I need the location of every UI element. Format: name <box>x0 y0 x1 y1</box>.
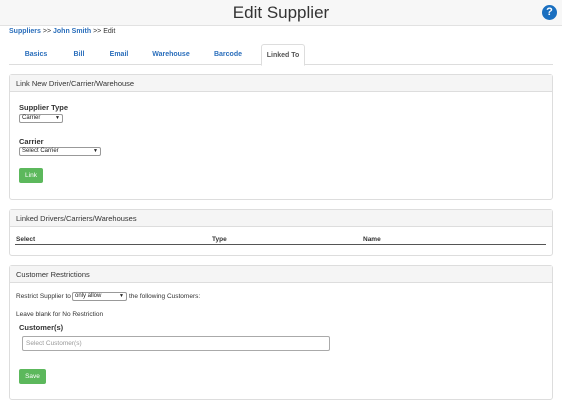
carrier-value: Select Carrier <box>22 148 59 154</box>
tab-barcode[interactable]: Barcode <box>205 44 251 65</box>
chevron-down-icon: ▼ <box>55 115 60 121</box>
breadcrumb-current: >> Edit <box>93 28 116 35</box>
restrictions-panel-heading: Customer Restrictions <box>10 266 552 283</box>
tab-bar: Basics Bill Email Warehouse Barcode Link… <box>9 44 553 66</box>
carrier-label: Carrier <box>19 137 44 146</box>
breadcrumb-separator: >> <box>42 28 52 35</box>
linked-panel: Linked Drivers/Carriers/Warehouses Selec… <box>9 209 553 256</box>
tab-email[interactable]: Email <box>101 44 137 65</box>
tab-linked-to[interactable]: Linked To <box>261 44 305 66</box>
help-icon[interactable]: ? <box>542 5 557 20</box>
linked-panel-heading: Linked Drivers/Carriers/Warehouses <box>10 210 552 227</box>
link-button[interactable]: Link <box>19 168 43 183</box>
breadcrumb-supplier-link[interactable]: John Smith <box>53 28 91 35</box>
restriction-mode-select[interactable]: only allow ▼ <box>72 292 127 301</box>
save-button[interactable]: Save <box>19 369 46 384</box>
chevron-down-icon: ▼ <box>119 293 124 299</box>
customers-label: Customer(s) <box>19 323 64 332</box>
customers-input[interactable]: Select Customer(s) <box>22 336 330 351</box>
column-header-type: Type <box>212 236 227 243</box>
breadcrumb-suppliers-link[interactable]: Suppliers <box>9 28 41 35</box>
column-header-name: Name <box>363 236 381 243</box>
customer-restrictions-panel: Customer Restrictions Restrict Supplier … <box>9 265 553 400</box>
restrict-prefix-text: Restrict Supplier to <box>16 293 71 300</box>
breadcrumb: Suppliers >> John Smith >> Edit <box>9 28 115 35</box>
restriction-hint: Leave blank for No Restriction <box>16 311 104 318</box>
table-header-rule <box>15 244 546 245</box>
column-header-select: Select <box>16 236 36 243</box>
supplier-type-value: Carrier <box>22 115 41 121</box>
tab-bill[interactable]: Bill <box>63 44 95 65</box>
page-title: Edit Supplier <box>232 3 330 22</box>
carrier-select[interactable]: Select Carrier ▼ <box>19 147 101 156</box>
supplier-type-label: Supplier Type <box>19 103 69 112</box>
tab-basics[interactable]: Basics <box>15 44 57 65</box>
link-new-panel: Link New Driver/Carrier/Warehouse Suppli… <box>9 74 553 200</box>
supplier-type-select[interactable]: Carrier ▼ <box>19 114 63 123</box>
tab-warehouse[interactable]: Warehouse <box>145 44 197 65</box>
restrict-suffix-text: the following Customers: <box>129 293 201 300</box>
page-header: Edit Supplier ? <box>0 0 562 26</box>
link-panel-heading: Link New Driver/Carrier/Warehouse <box>10 75 552 92</box>
chevron-down-icon: ▼ <box>93 148 98 154</box>
restriction-mode-value: only allow <box>75 293 102 299</box>
